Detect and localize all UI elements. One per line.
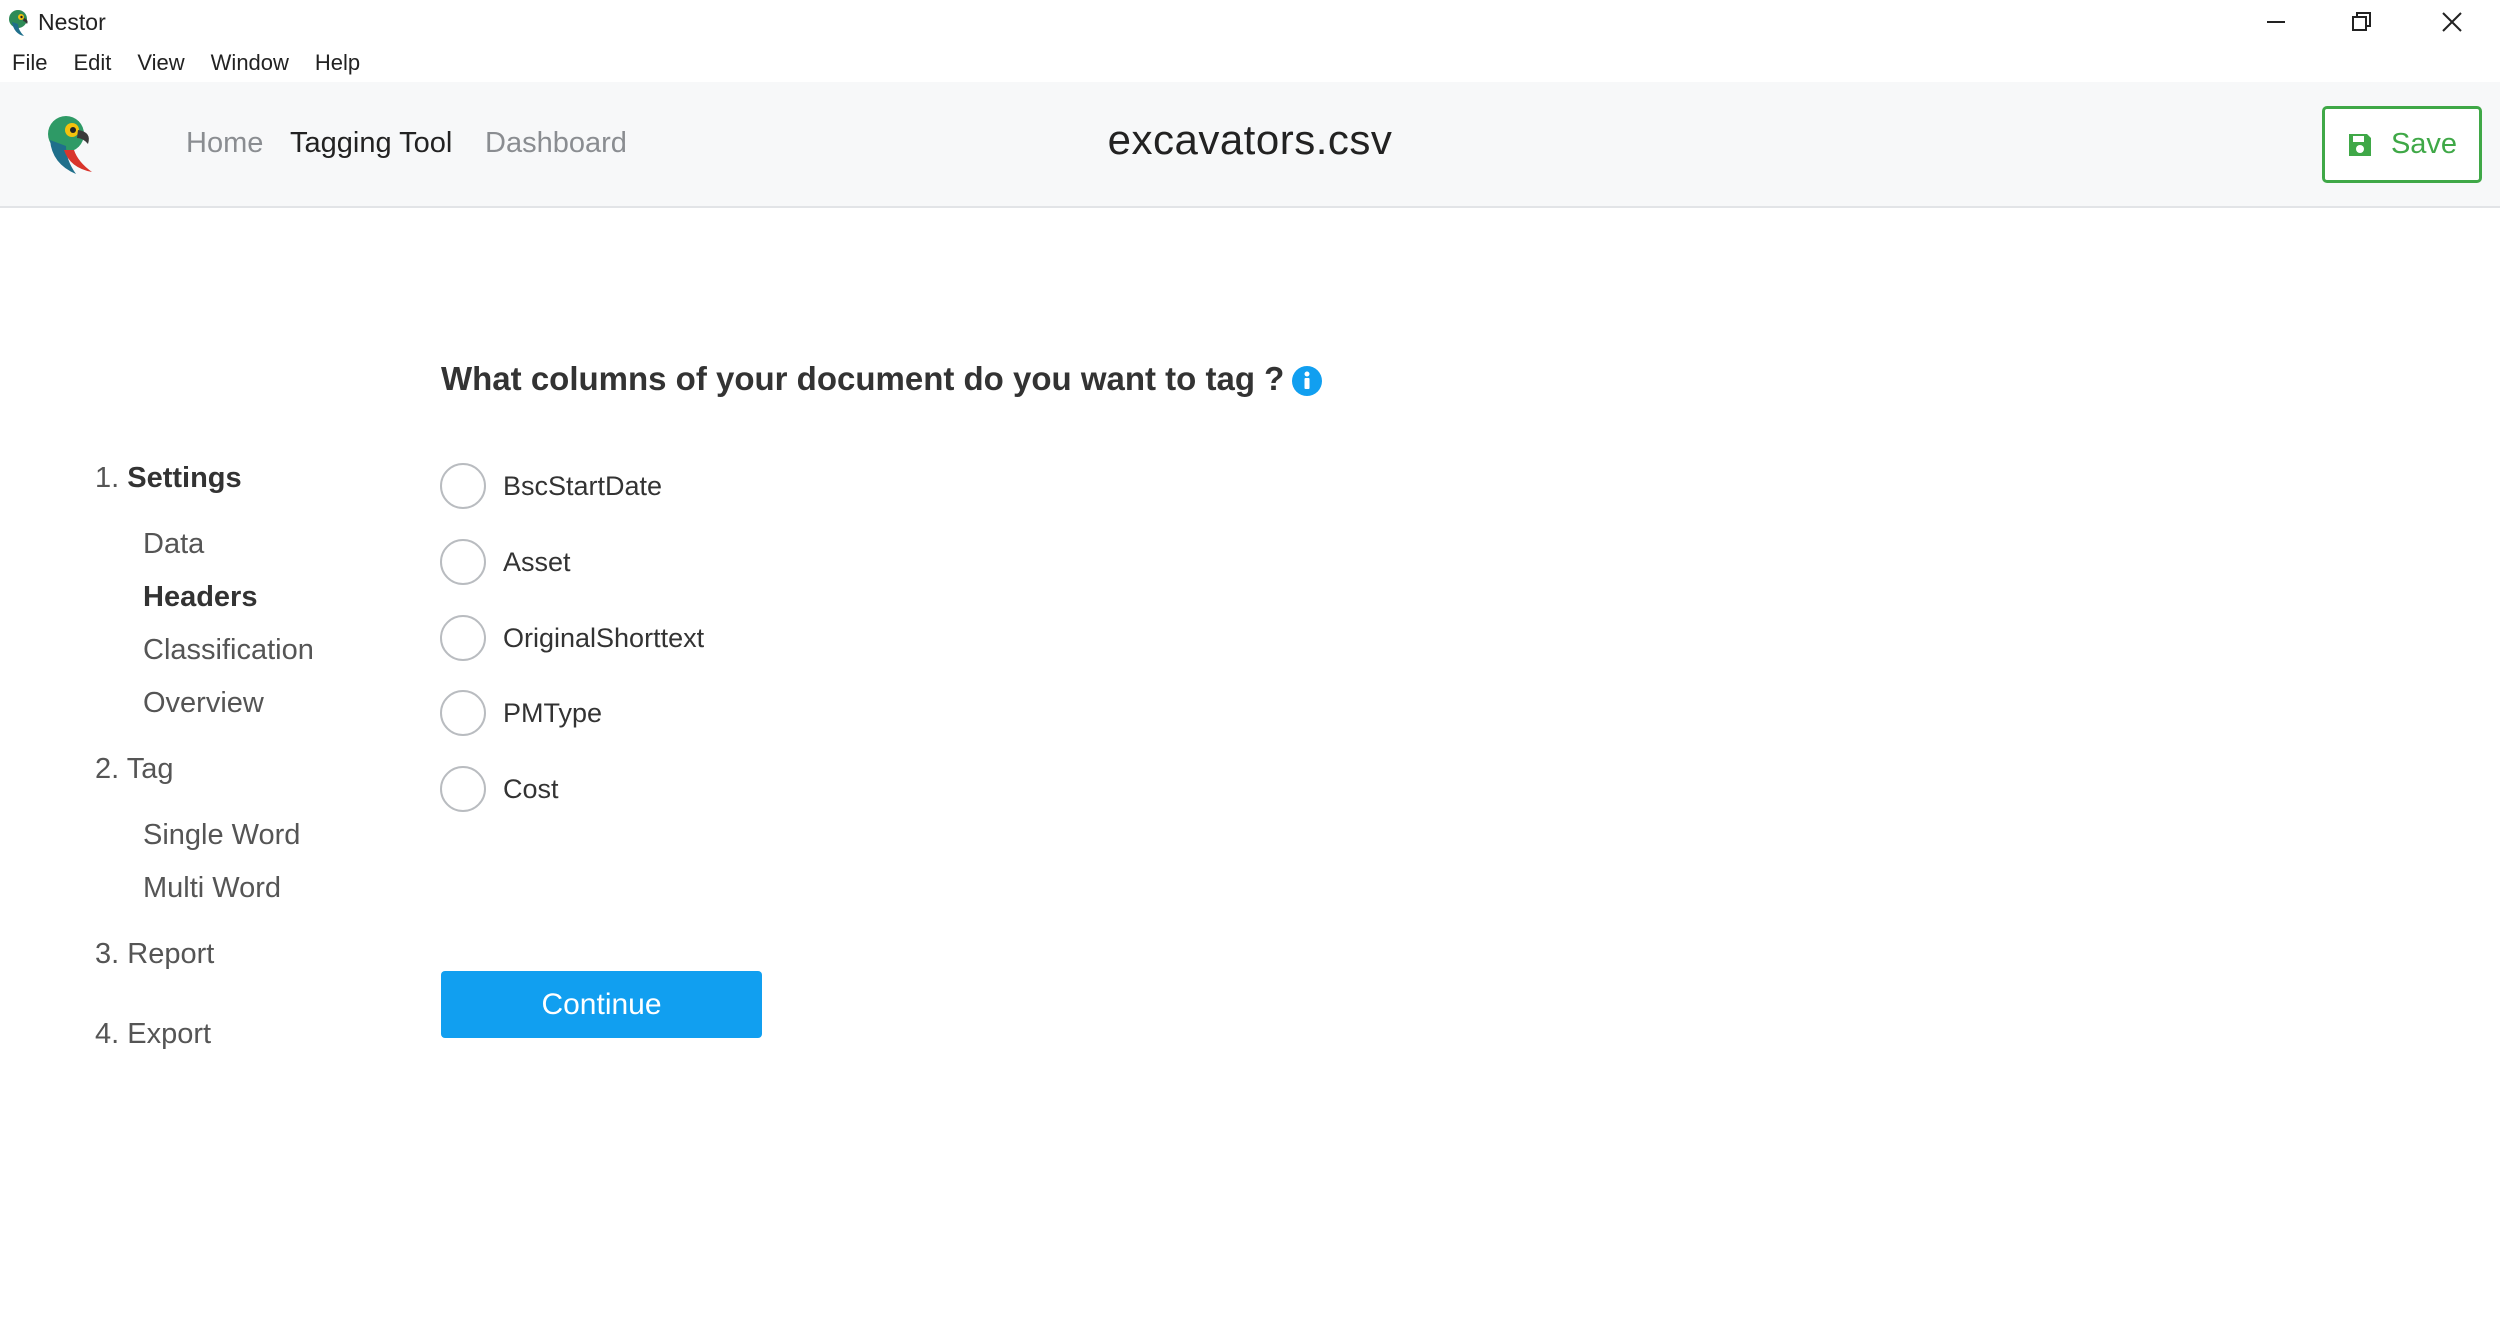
column-option-label: PMType [503, 697, 603, 728]
radio-button[interactable] [440, 463, 486, 509]
step-number: 3. [95, 938, 120, 970]
sidebar-item-headers[interactable]: Headers [143, 581, 257, 614]
column-option[interactable]: OriginalShorttext [440, 615, 704, 661]
window-title-bar: Nestor [0, 0, 2500, 44]
columns-question-heading: What columns of your document do you wan… [441, 360, 1285, 397]
column-option[interactable]: Cost [440, 766, 559, 812]
step-label: Tag [126, 753, 174, 785]
parrot-logo-icon [9, 10, 28, 36]
continue-button[interactable]: Continue [441, 971, 762, 1038]
close-button[interactable] [2412, 0, 2492, 44]
radio-button[interactable] [440, 690, 486, 736]
radio-button[interactable] [440, 615, 486, 661]
column-option[interactable]: BscStartDate [440, 463, 662, 509]
minimize-icon [2267, 21, 2285, 23]
floppy-disk-icon [2348, 133, 2371, 156]
column-option-label: Asset [503, 546, 571, 577]
sidebar-step-settings[interactable]: 1. Settings [95, 462, 242, 495]
save-button[interactable]: Save [2322, 106, 2482, 183]
radio-button[interactable] [440, 766, 486, 812]
sidebar-item-classification[interactable]: Classification [143, 634, 314, 667]
sidebar-item-multi-word[interactable]: Multi Word [143, 872, 281, 905]
column-option-label: OriginalShorttext [503, 622, 705, 653]
column-option[interactable]: Asset [440, 539, 571, 585]
menu-help[interactable]: Help [315, 50, 360, 76]
menu-edit[interactable]: Edit [73, 50, 111, 76]
sidebar-item-overview[interactable]: Overview [143, 687, 264, 720]
minimize-button[interactable] [2236, 0, 2316, 44]
menu-window[interactable]: Window [211, 50, 289, 76]
sidebar-item-data[interactable]: Data [143, 528, 204, 561]
sidebar-step-report[interactable]: 3. Report [95, 938, 214, 971]
sidebar-item-single-word[interactable]: Single Word [143, 819, 300, 852]
column-option-label: Cost [503, 773, 559, 804]
step-number: 1. [95, 462, 120, 494]
sidebar-step-tag[interactable]: 2. Tag [95, 753, 174, 786]
menu-bar: File Edit View Window Help [0, 44, 2500, 82]
app-header: Home Tagging Tool Dashboard excavators.c… [0, 82, 2500, 208]
restore-button[interactable] [2322, 0, 2402, 44]
close-icon [2442, 12, 2462, 32]
step-label: Settings [127, 462, 242, 494]
step-number: 2. [95, 753, 120, 785]
menu-view[interactable]: View [137, 50, 184, 76]
save-button-label: Save [2390, 128, 2458, 160]
window-title: Nestor [38, 9, 106, 35]
column-option-label: BscStartDate [503, 470, 663, 501]
sidebar-step-export[interactable]: 4. Export [95, 1018, 211, 1051]
info-icon[interactable] [1291, 365, 1323, 397]
step-number: 4. [95, 1018, 120, 1050]
step-label: Export [127, 1018, 212, 1050]
column-option[interactable]: PMType [440, 690, 602, 736]
file-name-title: excavators.csv [1107, 116, 1393, 163]
radio-button[interactable] [440, 539, 486, 585]
menu-file[interactable]: File [12, 50, 47, 76]
step-label: Report [127, 938, 215, 970]
restore-icon [2352, 12, 2371, 31]
